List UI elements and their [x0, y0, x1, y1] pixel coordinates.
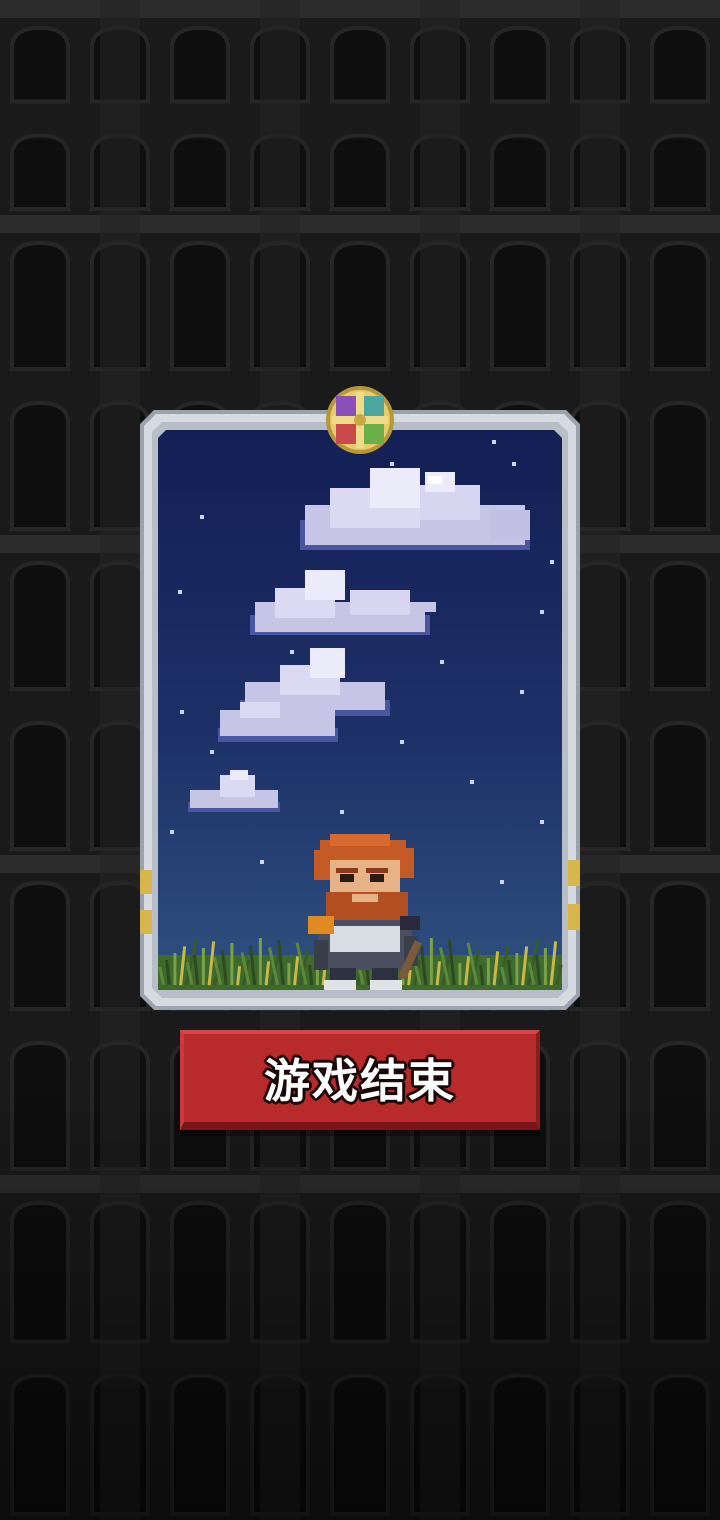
game-over-screen: 游戏结束 — [0, 0, 720, 1520]
game-over-button[interactable]: 游戏结束 — [180, 1030, 540, 1130]
four-quadrant-emblem-icon — [326, 386, 394, 454]
game-over-button-label: 游戏结束 — [264, 1054, 456, 1108]
character-card — [140, 410, 580, 1010]
